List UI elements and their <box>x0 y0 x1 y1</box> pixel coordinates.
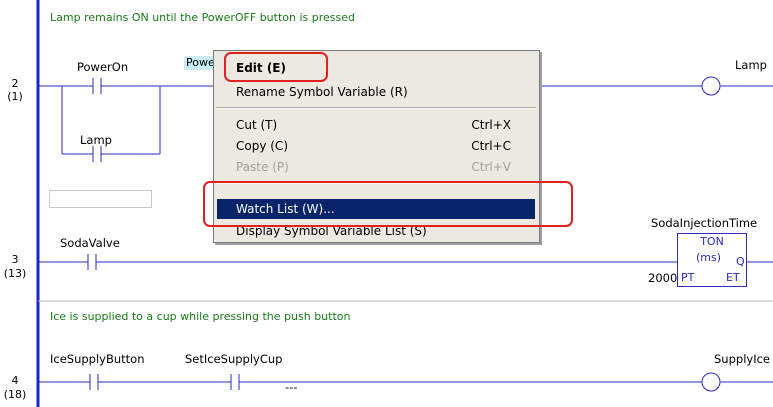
rung-3-number: 3 <box>11 253 19 266</box>
timer-q-pin: Q <box>736 255 745 268</box>
timer-pt-pin: PT <box>681 271 695 284</box>
timer-unit: (ms) <box>696 251 722 264</box>
rung-4-comment: Ice is supplied to a cup while pressing … <box>50 310 351 323</box>
timer-type: TON <box>700 235 724 248</box>
rung-2-number: 2 <box>11 77 19 90</box>
menu-separator <box>216 107 536 109</box>
contact-seticesupplycup-label[interactable]: SetIceSupplyCup <box>185 352 282 366</box>
rung-2-step: (1) <box>7 90 23 103</box>
contact-lamp-label[interactable]: Lamp <box>80 133 112 147</box>
edit-highlight-outline <box>224 52 328 82</box>
selected-tag-poweroff[interactable]: PowerOFF <box>184 56 216 70</box>
coil-lamp-label[interactable]: Lamp <box>735 58 767 72</box>
timer-instance-name[interactable]: SodaInjectionTime <box>651 216 773 230</box>
menu-item-paste[interactable]: Paste (P) Ctrl+V <box>214 157 539 177</box>
rung-4-wiring <box>38 372 773 392</box>
watch-list-highlight-outline <box>203 181 573 227</box>
timer-preset-value[interactable]: 2000 <box>648 271 677 285</box>
contact-icesupplybutton-label[interactable]: IceSupplyButton <box>50 352 145 366</box>
contact-poweron-label[interactable]: PowerOn <box>77 60 128 74</box>
contact-sodavalve-label[interactable]: SodaValve <box>60 236 120 250</box>
menu-item-cut[interactable]: Cut (T) Ctrl+X <box>214 115 539 135</box>
rung-4-step: (18) <box>3 388 27 401</box>
rung-3-wiring <box>38 254 773 270</box>
coil-supplyice-label[interactable]: SupplyIce <box>714 352 770 366</box>
rung-3-step: (13) <box>3 267 27 280</box>
menu-item-copy[interactable]: Copy (C) Ctrl+C <box>214 136 539 156</box>
empty-operand-box[interactable] <box>49 190 152 208</box>
menu-item-rename-symbol-variable[interactable]: Rename Symbol Variable (R) <box>214 82 539 102</box>
empty-operand-dashes: --- <box>285 380 298 394</box>
rung-4-number: 4 <box>11 374 19 387</box>
rung-2-comment: Lamp remains ON until the PowerOFF butto… <box>50 11 355 24</box>
timer-et-pin: ET <box>726 271 740 284</box>
timer-block[interactable]: TON (ms) Q PT ET <box>677 233 747 287</box>
